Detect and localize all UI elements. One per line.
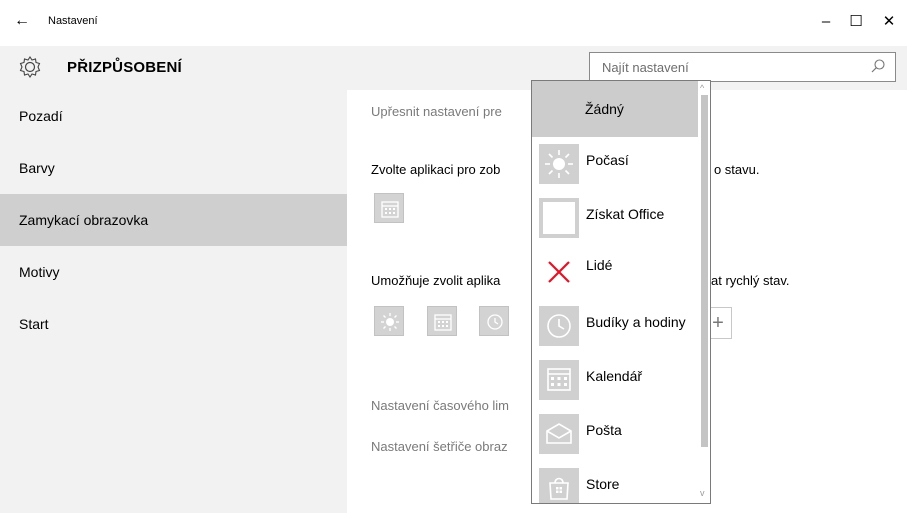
dropdown-scrollbar[interactable]: ^ v (698, 81, 710, 503)
scroll-down-arrow-icon[interactable]: v (700, 488, 705, 498)
dropdown-item-store[interactable]: Store (532, 461, 698, 503)
weather-sun-icon (539, 144, 579, 184)
detailed-status-label: Zvolte aplikaci pro zob (371, 162, 501, 177)
dropdown-item-label: Počasí (586, 152, 629, 168)
calendar-icon (434, 314, 452, 331)
sidebar: Pozadí Barvy Zamykací obrazovka Motivy S… (0, 90, 347, 513)
maximize-button[interactable]: ☐ (841, 9, 871, 35)
dropdown-item-get-office[interactable]: Získat Office (532, 191, 698, 245)
weather-sun-icon (381, 313, 399, 331)
scrollbar-thumb[interactable] (701, 95, 708, 447)
dropdown-item-label: Získat Office (586, 206, 665, 222)
office-icon (539, 198, 579, 238)
search-input[interactable]: Najít nastavení (589, 52, 896, 82)
sidebar-item-barvy[interactable]: Barvy (0, 142, 347, 194)
people-x-icon (539, 252, 579, 292)
sidebar-item-start[interactable]: Start (0, 298, 347, 350)
page-header: PŘIZPŮSOBENÍ Najít nastavení (0, 46, 907, 90)
screen-timeout-link[interactable]: Nastavení časového lim (371, 398, 509, 413)
store-icon (539, 468, 579, 503)
sidebar-item-motivy[interactable]: Motivy (0, 246, 347, 298)
dropdown-item-alarms[interactable]: Budíky a hodiny (532, 299, 698, 353)
quick-status-calendar-button[interactable] (427, 306, 457, 336)
page-title: PŘIZPŮSOBENÍ (67, 59, 182, 76)
search-icon[interactable] (870, 58, 886, 74)
dropdown-item-label: Budíky a hodiny (586, 314, 686, 330)
close-button[interactable]: ✕ (874, 9, 904, 35)
dropdown-item-label: Kalendář (586, 368, 643, 384)
calendar-icon (539, 360, 579, 400)
dropdown-item-label: Store (586, 476, 620, 492)
window-title: Nastavení (48, 15, 98, 27)
dropdown-item-people[interactable]: Lidé (532, 245, 698, 299)
advanced-settings-text: Upřesnit nastavení pre (371, 104, 502, 119)
dropdown-item-label: Lidé (586, 257, 613, 273)
alarm-clock-icon (487, 314, 503, 330)
dropdown-item-label: Pošta (586, 422, 622, 438)
quick-status-weather-button[interactable] (374, 306, 404, 336)
quick-status-label-tail: at rychlý stav. (711, 273, 790, 288)
dropdown-item-label: Žádný (585, 101, 624, 117)
dropdown-item-weather[interactable]: Počasí (532, 137, 698, 191)
app-picker-dropdown: Žádný Počasí Získat Office Lidé Budíky a… (531, 80, 711, 504)
dropdown-item-none[interactable]: Žádný (532, 81, 698, 137)
dropdown-item-mail[interactable]: Pošta (532, 407, 698, 461)
sidebar-item-pozadi[interactable]: Pozadí (0, 90, 347, 142)
calendar-icon (381, 201, 399, 218)
mail-icon (539, 414, 579, 454)
alarm-clock-icon (539, 306, 579, 346)
quick-status-alarm-button[interactable] (479, 306, 509, 336)
sidebar-item-zamykaci-obrazovka[interactable]: Zamykací obrazovka (0, 194, 347, 246)
title-bar: ← Nastavení – ☐ ✕ (0, 0, 907, 46)
scroll-up-arrow-icon[interactable]: ^ (700, 83, 704, 93)
gear-icon (19, 56, 41, 78)
search-placeholder: Najít nastavení (602, 60, 689, 75)
minimize-button[interactable]: – (811, 9, 841, 35)
dropdown-item-calendar[interactable]: Kalendář (532, 353, 698, 407)
quick-status-label: Umožňuje zvolit aplika (371, 273, 501, 288)
screen-saver-link[interactable]: Nastavení šetřiče obraz (371, 439, 508, 454)
back-button[interactable]: ← (14, 12, 30, 30)
detailed-status-app-button[interactable] (374, 193, 404, 223)
